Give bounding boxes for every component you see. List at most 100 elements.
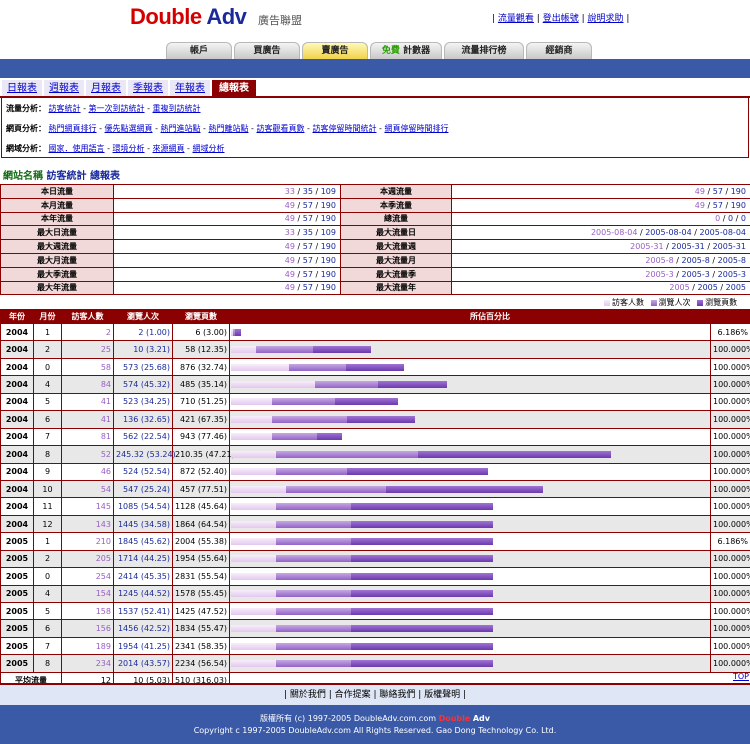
nav-tab-dealer[interactable]: 經銷商 [526,42,592,59]
summary-label: 最大日流量 [0,225,114,241]
cell-year: 2004 [0,462,34,481]
separator: / [294,269,303,279]
separator: / [312,242,321,252]
bar-wrap [231,485,709,493]
footer-link-about[interactable]: 關於我們 [290,690,326,700]
cell-year: 2004 [0,445,34,464]
summary-label: 本季流量 [340,197,452,213]
footer-link-cooperation[interactable]: 合作提案 [335,690,371,700]
summary-table: 本日流量 33 / 35 / 109 本週流量 49 / 57 / 190 本月流量 49… [0,184,750,296]
link-pages-viewed[interactable]: 訪客觀看頁數 [256,124,304,133]
link-domain-analysis[interactable]: 網域分析 [193,144,225,153]
tab-quarterly-report[interactable]: 季報表 [128,80,168,97]
tab-weekly-report[interactable]: 週報表 [44,80,84,97]
cell-bar [229,462,711,481]
table-row: 2005 1 210 1845 (45.62) 2004 (55.38) 6.186% [0,532,750,551]
summary-values: 2005-31 / 2005-31 / 2005-31 [451,239,750,254]
cell-percentage: 100.000% [710,392,750,412]
pages-bar [386,485,543,493]
value: 190 [730,200,746,210]
summary-values: 49 / 57 / 190 [113,197,341,213]
footer-link-copyright[interactable]: 版權聲明 [424,690,460,700]
footer-links: | 關於我們 | 合作提案 | 聯絡我們 | 版權聲明 | [0,685,750,705]
logo[interactable]: Double Adv [130,4,247,30]
link-page-stay-rank[interactable]: 網頁停留時間排行 [384,124,448,133]
pages-bar [378,381,447,389]
table-row: 2004 0 58 573 (25.68) 876 (32.74) 100.000% [0,357,750,377]
summary-label: 最大流量季 [340,266,452,282]
link-country-language[interactable]: 國家．使用語言 [49,144,105,153]
cell-year: 2004 [0,514,34,534]
cell-bar [229,392,711,412]
nav-tab-account[interactable]: 帳戶 [166,42,232,59]
cell-year: 2005 [0,584,34,604]
cell-visitors: 156 [61,619,114,638]
top-link[interactable]: TOP [733,672,749,681]
link-preferred-pages[interactable]: 優先點選網頁 [105,124,153,133]
tab-monthly-report[interactable]: 月報表 [86,80,126,97]
link-environment[interactable]: 環境分析 [113,144,145,153]
value: 2005-31 [671,242,705,252]
summary-row: 本年流量 49 / 57 / 190 總流量 0 / 0 / 0 [0,211,750,227]
bar-wrap [231,346,709,354]
traffic-view-link[interactable]: 流量觀看 [498,14,534,24]
value: 57 [302,269,313,279]
bar-wrap [231,415,709,423]
table-row: 2004 12 143 1445 (34.58) 1864 (64.54) 100.000… [0,514,750,534]
value: 2005-31 [630,242,664,252]
link-referrer-pages[interactable]: 來源網頁 [153,144,185,153]
cell-visitors: 25 [61,340,114,359]
cell-sessions: 2014 (43.57) [113,654,173,673]
summary-row: 最大年流量 49 / 57 / 190 最大流量年 2005 / 2005 / 200… [0,280,750,296]
cell-bar [229,497,711,516]
bar-wrap [231,572,709,580]
link-exit-points[interactable]: 熱門離站點 [209,124,249,133]
link-entry-points[interactable]: 熱門進站點 [161,124,201,133]
footer-link-contact[interactable]: 聯絡我們 [379,690,415,700]
cell-year: 2004 [0,322,34,342]
value: 109 [320,186,336,196]
cell-month: 1 [33,532,62,551]
tab-yearly-report[interactable]: 年報表 [170,80,210,97]
help-link[interactable]: 說明求助 [587,14,623,24]
legend-visitors-swatch [604,299,610,306]
nav-tab-sell-ads[interactable]: 賣廣告 [302,42,368,59]
cell-month: 1 [33,322,62,342]
value: 2005-31 [712,242,746,252]
pages-bar [351,537,493,545]
nav-tab-buy-ads[interactable]: 買廣告 [234,42,300,59]
visitors-bar [231,625,276,633]
link-stay-time[interactable]: 訪客停留時間統計 [312,124,376,133]
cell-bar [229,567,711,586]
link-visitor-stats[interactable]: 訪客統計 [49,104,81,113]
separator: / [689,283,698,293]
pages-bar [351,555,493,563]
tab-total-report[interactable]: 總報表 [212,80,256,97]
cell-month: 4 [33,375,62,394]
cell-percentage: 100.000% [710,410,750,429]
cell-visitors: 145 [61,497,114,516]
value: 190 [320,242,336,252]
nav-tab-traffic-ranking[interactable]: 流量排行榜 [444,42,524,59]
cell-pages: 6 (3.00) [172,322,230,342]
sessions-bar [276,468,347,476]
table-row: 2004 8 52 245.32 (53.24) 210.35 (47.21) 100.0… [0,445,750,464]
logout-link[interactable]: 登出帳號 [543,14,579,24]
cell-percentage: 100.000% [710,549,750,569]
bar-wrap [231,328,709,336]
cell-percentage: 100.000% [710,479,750,499]
value: 190 [320,255,336,265]
visitors-bar [231,537,276,545]
nav-tab-free-counter[interactable]: 免費 計數器 [370,42,442,59]
tab-daily-report[interactable]: 日報表 [2,80,42,97]
sessions-bar [276,503,351,511]
cell-visitors: 81 [61,427,114,447]
link-first-visit-stats[interactable]: 第一次到訪統計 [89,104,145,113]
cell-sessions: 1456 (42.52) [113,619,173,638]
sessions-bar [272,433,317,441]
value: 49 [284,200,295,210]
cell-sessions: 523 (34.25) [113,392,173,412]
link-repeat-visit-stats[interactable]: 重複到訪統計 [153,104,201,113]
link-popular-pages[interactable]: 熱門網頁排行 [49,124,97,133]
bar-wrap [231,590,709,598]
